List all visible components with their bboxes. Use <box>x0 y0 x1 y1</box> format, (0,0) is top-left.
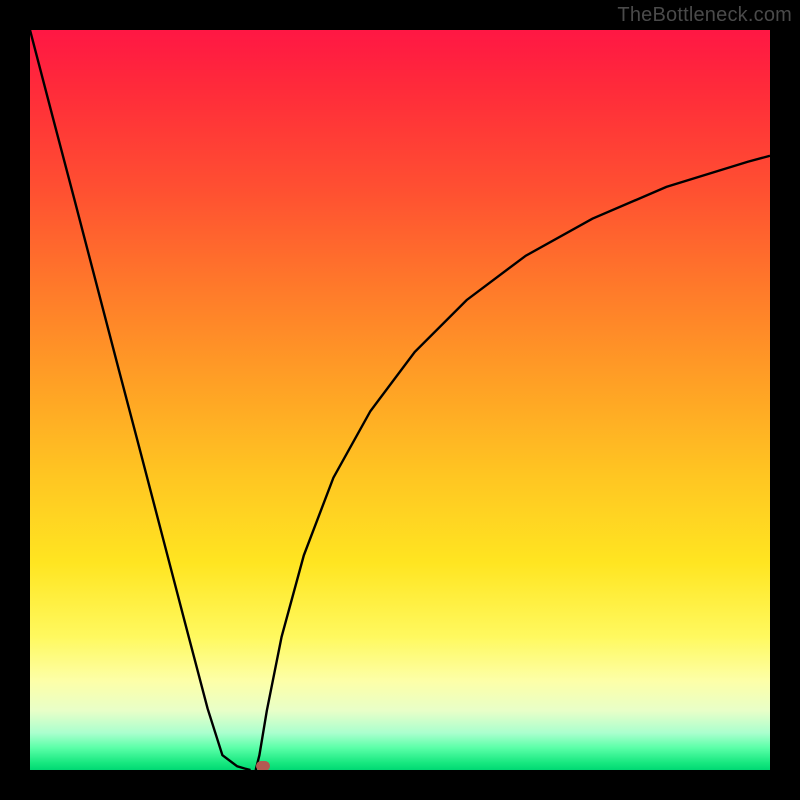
plot-area <box>30 30 770 770</box>
curve-left-segment <box>30 30 251 770</box>
cusp-marker <box>256 761 270 770</box>
curve-right-segment <box>256 156 770 770</box>
bottleneck-curve <box>30 30 770 770</box>
chart-frame: TheBottleneck.com <box>0 0 800 800</box>
watermark-text: TheBottleneck.com <box>617 4 792 27</box>
